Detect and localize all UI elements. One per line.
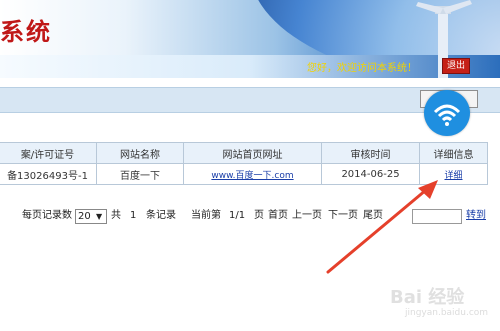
watermark-url: jingyan.baidu.com: [405, 308, 489, 318]
annotation-arrow: [326, 180, 438, 274]
watermark-logo: Bai 经验: [390, 287, 465, 308]
